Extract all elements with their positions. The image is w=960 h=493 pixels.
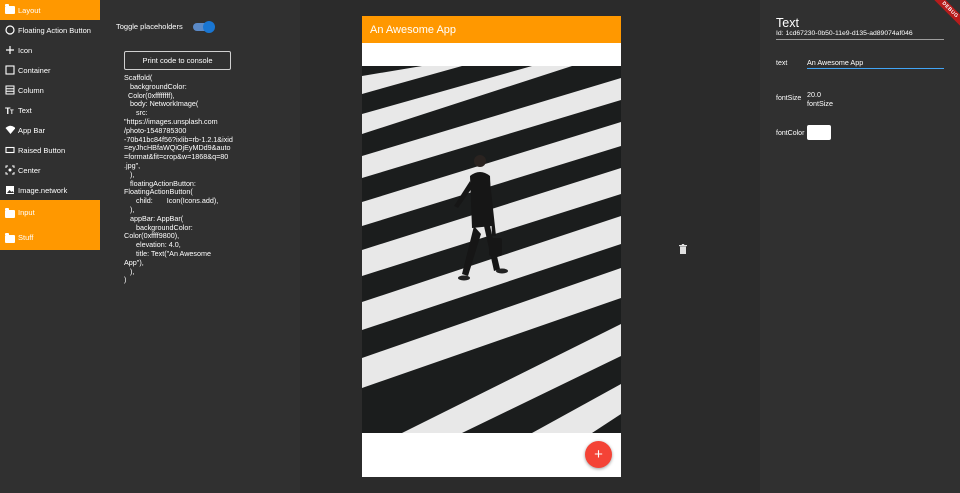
- sidebar-group-label: Input: [18, 208, 35, 217]
- sidebar-item-text[interactable]: TT Text: [0, 100, 100, 120]
- sidebar-item-label: Column: [18, 85, 44, 95]
- preview-canvas: An Awesome App +: [300, 0, 760, 493]
- folder-icon: [5, 207, 15, 218]
- text-prop-input[interactable]: An Awesome App: [807, 58, 944, 69]
- sidebar-group-label: Stuff: [18, 233, 34, 242]
- phone-preview: An Awesome App +: [362, 16, 621, 477]
- wifi-icon: [5, 125, 15, 135]
- app-root: Layout Floating Action Button Icon Conta…: [0, 0, 960, 493]
- folder-icon: [5, 4, 15, 15]
- fontsize-prop-hint: fontSize: [807, 99, 833, 108]
- sidebar-item-raised-button[interactable]: Raised Button: [0, 140, 100, 160]
- fontcolor-swatch[interactable]: [807, 125, 831, 140]
- square-outline-icon: [5, 65, 15, 75]
- sidebar-item-container[interactable]: Container: [0, 60, 100, 80]
- app-bar-title: An Awesome App: [370, 23, 457, 36]
- sidebar-item-label: Center: [18, 165, 41, 175]
- widget-id: Id: 1cd67230-0b50-11e9-d135-ad89074af046: [776, 30, 944, 40]
- svg-text:T: T: [10, 110, 14, 115]
- sidebar-item-image-network[interactable]: Image.network: [0, 180, 100, 200]
- sidebar-item-label: Container: [18, 65, 51, 75]
- toggle-placeholders-row: Toggle placeholders: [116, 20, 215, 33]
- sidebar-item-icon[interactable]: Icon: [0, 40, 100, 60]
- toggle-placeholders-switch[interactable]: [192, 20, 215, 33]
- add-fab[interactable]: +: [585, 441, 612, 468]
- print-code-button[interactable]: Print code to console: [124, 51, 231, 70]
- sidebar-item-layout[interactable]: Layout: [0, 0, 100, 20]
- sidebar-item-fab[interactable]: Floating Action Button: [0, 20, 100, 40]
- widget-sidebar: Layout Floating Action Button Icon Conta…: [0, 0, 100, 493]
- trash-icon[interactable]: [679, 241, 687, 254]
- sidebar-item-label: Text: [18, 105, 32, 115]
- sidebar-item-column[interactable]: Column: [0, 80, 100, 100]
- text-size-icon: TT: [5, 105, 15, 115]
- toggle-label: Toggle placeholders: [116, 22, 183, 31]
- sidebar-item-label: Image.network: [18, 185, 68, 195]
- button-icon: [5, 145, 15, 155]
- folder-icon: [5, 232, 15, 243]
- preview-app-bar[interactable]: An Awesome App: [362, 16, 621, 43]
- center-focus-icon: [5, 165, 15, 175]
- fontsize-prop-label: fontSize: [776, 95, 802, 102]
- network-image[interactable]: [362, 66, 621, 433]
- generated-code: Scaffold( backgroundColor: Color(0xfffff…: [124, 73, 233, 285]
- image-icon: [5, 185, 15, 195]
- sidebar-item-center[interactable]: Center: [0, 160, 100, 180]
- widget-title: Text: [776, 16, 799, 30]
- fontcolor-prop-label: fontColor: [776, 130, 805, 137]
- sidebar-group-stuff[interactable]: Stuff: [0, 225, 100, 250]
- circle-outline-icon: [5, 25, 15, 35]
- sidebar-item-label: Icon: [18, 45, 33, 55]
- sidebar-group-input[interactable]: Input: [0, 200, 100, 225]
- debug-banner: DEBUG: [930, 0, 960, 30]
- sidebar-item-label: Layout: [18, 5, 41, 15]
- sidebar-item-label: App Bar: [18, 125, 46, 135]
- add-icon: +: [594, 446, 603, 463]
- sidebar-item-label: Raised Button: [18, 145, 66, 155]
- plus-icon: [5, 45, 15, 55]
- sidebar-item-appbar[interactable]: App Bar: [0, 120, 100, 140]
- sidebar-item-label: Floating Action Button: [18, 25, 91, 35]
- text-prop-label: text: [776, 60, 788, 67]
- column-icon: [5, 85, 15, 95]
- fontsize-prop-input[interactable]: 20.0: [807, 90, 821, 99]
- properties-panel: Text Id: 1cd67230-0b50-11e9-d135-ad89074…: [760, 0, 960, 493]
